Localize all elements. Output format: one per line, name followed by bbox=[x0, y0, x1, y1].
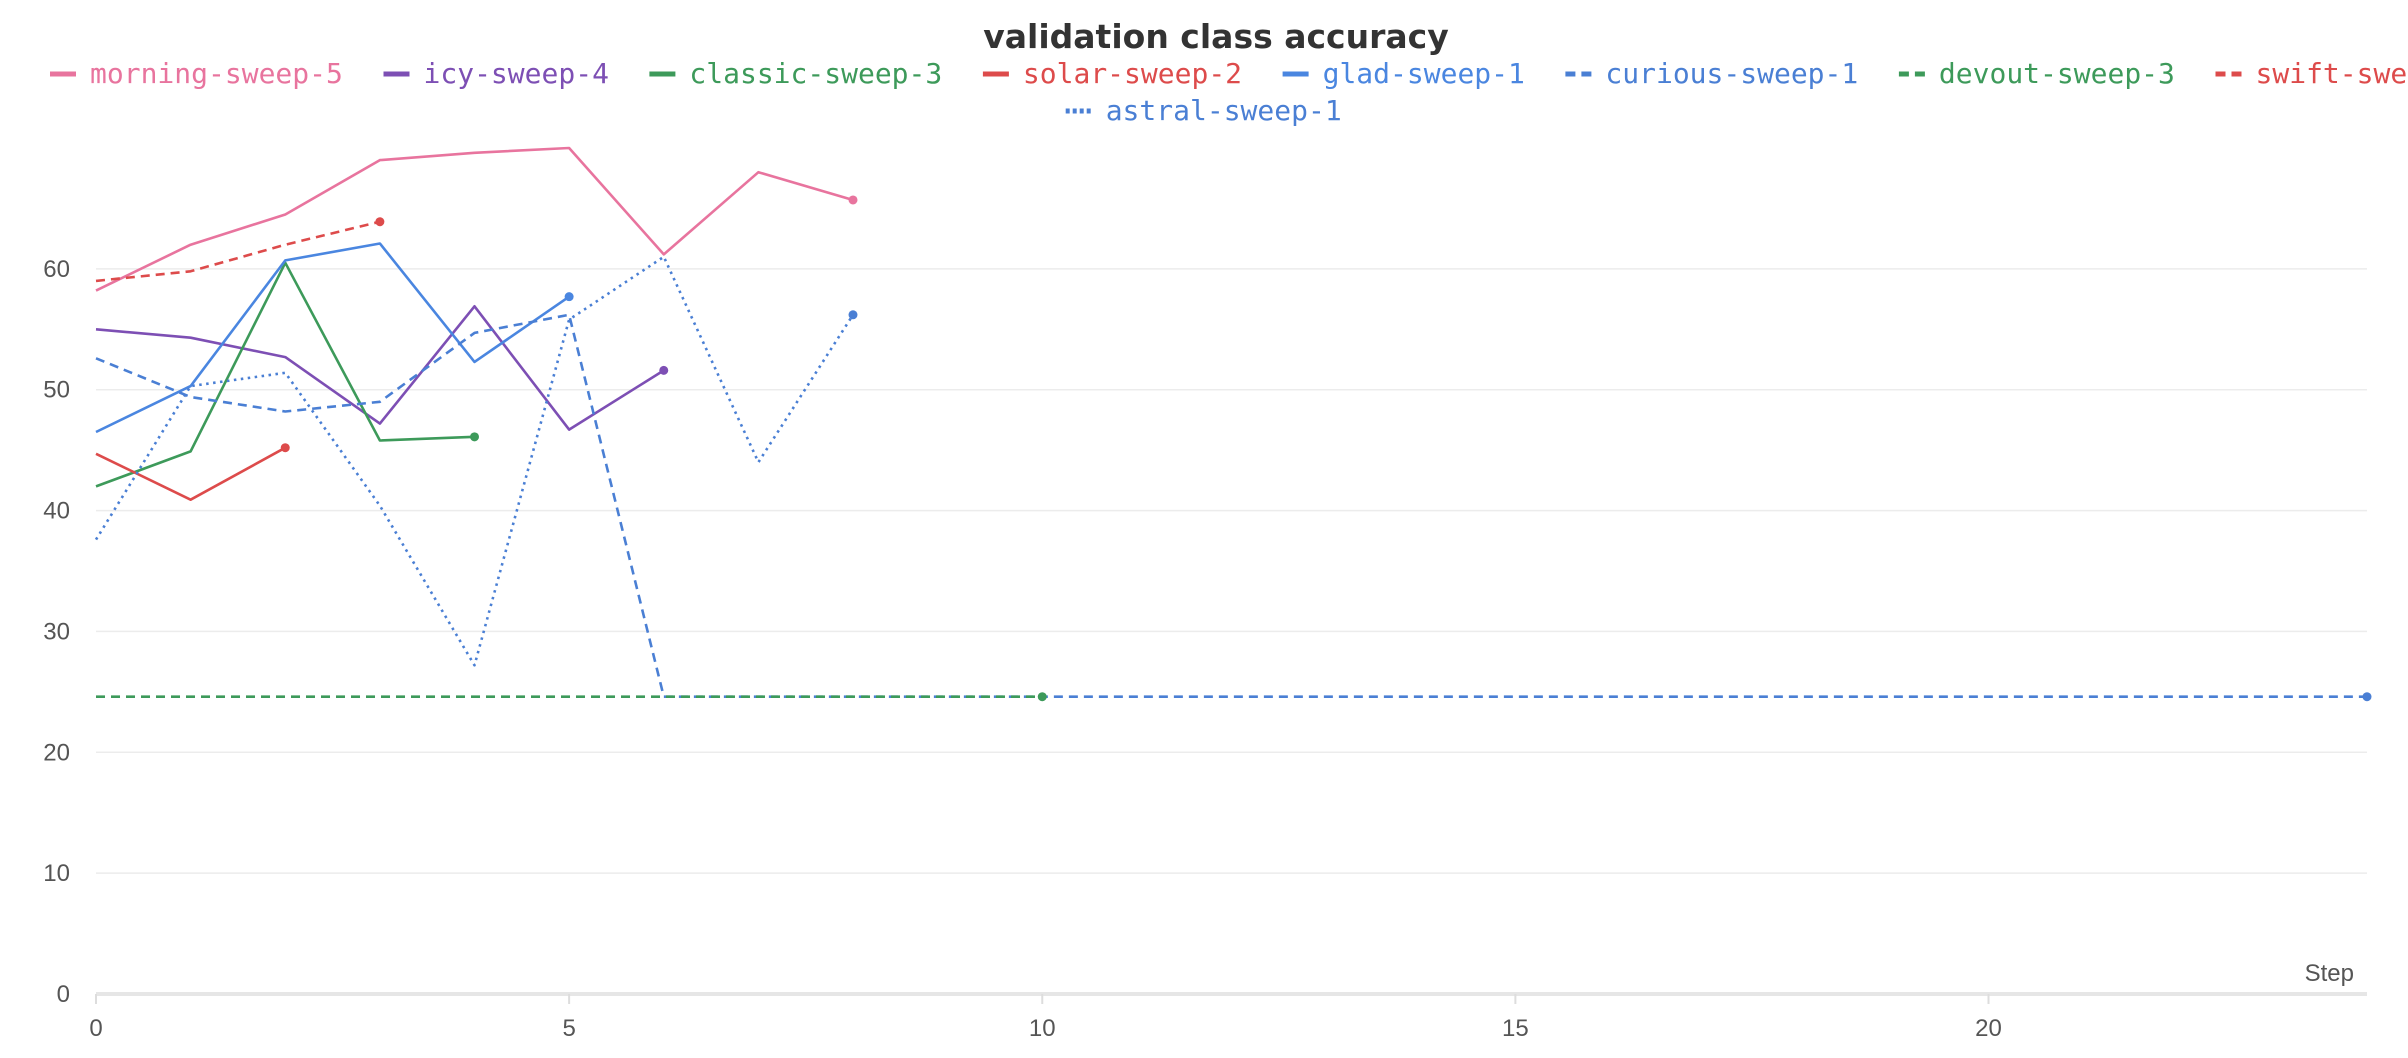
series-line-classic-sweep-3 bbox=[95, 261, 475, 488]
x-axis-title: Step bbox=[2305, 960, 2354, 987]
y-tick-label-50: 50 bbox=[43, 377, 70, 404]
x-tick-label-0: 0 bbox=[89, 1015, 102, 1042]
legend: morning-sweep-5 icy-sweep-4 classic-sweep-… bbox=[50, 57, 2408, 127]
series-line-solar-sweep-2 bbox=[95, 446, 286, 502]
y-tick-label-10: 10 bbox=[43, 860, 70, 887]
series-line-astral-sweep-1 bbox=[94, 255, 855, 667]
y-tick-label-20: 20 bbox=[43, 739, 70, 766]
y-axis-ticks: 0 10 20 30 40 50 60 bbox=[43, 256, 70, 1008]
series-line-curious-sweep-1 bbox=[95, 313, 2367, 699]
series-end-point-devout-sweep-3 bbox=[1037, 692, 1047, 702]
legend-item-icy-sweep-4[interactable]: icy-sweep-4 bbox=[383, 57, 609, 90]
x-axis-ticks: 0 5 10 15 20 bbox=[89, 994, 2002, 1042]
legend-label-classic-sweep-3: classic-sweep-3 bbox=[689, 57, 942, 90]
series-swift-sweep-2 bbox=[95, 217, 385, 283]
series-line-icy-sweep-4 bbox=[95, 304, 665, 431]
x-tick-label-20: 20 bbox=[1975, 1015, 2002, 1042]
legend-label-devout-sweep-3: devout-sweep-3 bbox=[1939, 57, 2175, 90]
y-tick-label-60: 60 bbox=[43, 256, 70, 283]
x-tick-label-10: 10 bbox=[1029, 1015, 1056, 1042]
series-end-point-classic-sweep-3 bbox=[470, 432, 479, 442]
y-tick-label-40: 40 bbox=[43, 498, 70, 525]
plot-area bbox=[94, 146, 2372, 702]
legend-label-curious-sweep-1: curious-sweep-1 bbox=[1605, 57, 1858, 90]
series-curious-sweep-1 bbox=[95, 313, 2372, 702]
legend-label-astral-sweep-1: astral-sweep-1 bbox=[1106, 94, 1342, 127]
y-tick-label-30: 30 bbox=[43, 618, 70, 645]
legend-label-icy-sweep-4: icy-sweep-4 bbox=[424, 57, 609, 90]
line-chart: validation class accuracy morning-sweep-… bbox=[43, 17, 2408, 1042]
x-tick-label-5: 5 bbox=[562, 1015, 575, 1042]
series-end-point-curious-sweep-1 bbox=[2362, 692, 2372, 702]
legend-item-classic-sweep-3[interactable]: classic-sweep-3 bbox=[649, 57, 942, 90]
series-end-point-swift-sweep-2 bbox=[375, 217, 385, 227]
series-end-point-solar-sweep-2 bbox=[280, 443, 290, 453]
legend-item-devout-sweep-3[interactable]: devout-sweep-3 bbox=[1898, 57, 2175, 90]
legend-item-curious-sweep-1[interactable]: curious-sweep-1 bbox=[1565, 57, 1858, 90]
series-end-point-astral-sweep-1 bbox=[848, 310, 858, 320]
series-end-point-icy-sweep-4 bbox=[659, 365, 669, 375]
legend-item-astral-sweep-1[interactable]: astral-sweep-1 bbox=[1065, 94, 1342, 127]
series-end-point-glad-sweep-1 bbox=[564, 292, 574, 302]
series-end-point-morning-sweep-5 bbox=[848, 195, 858, 205]
series-glad-sweep-1 bbox=[95, 242, 574, 434]
legend-label-morning-sweep-5: morning-sweep-5 bbox=[90, 57, 343, 90]
legend-item-morning-sweep-5[interactable]: morning-sweep-5 bbox=[50, 57, 343, 90]
chart-title: validation class accuracy bbox=[983, 17, 1448, 56]
legend-label-solar-sweep-2: solar-sweep-2 bbox=[1023, 57, 1242, 90]
y-tick-label-0: 0 bbox=[57, 981, 70, 1008]
legend-item-swift-sweep-2[interactable]: swift-sweep-2 bbox=[2215, 57, 2408, 90]
legend-label-glad-sweep-1: glad-sweep-1 bbox=[1323, 57, 1525, 90]
legend-label-swift-sweep-2: swift-sweep-2 bbox=[2256, 57, 2408, 90]
series-astral-sweep-1 bbox=[94, 255, 858, 667]
legend-item-glad-sweep-1[interactable]: glad-sweep-1 bbox=[1282, 57, 1525, 90]
legend-item-solar-sweep-2[interactable]: solar-sweep-2 bbox=[982, 57, 1242, 90]
x-tick-label-15: 15 bbox=[1502, 1015, 1529, 1042]
